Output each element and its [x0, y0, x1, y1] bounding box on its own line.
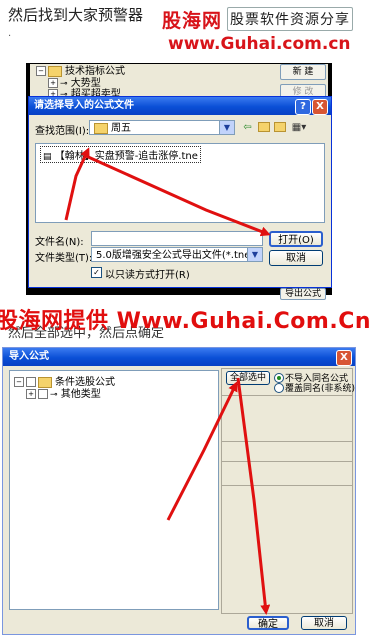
divider: [222, 485, 352, 486]
cancel-button[interactable]: 取消: [269, 250, 323, 266]
options-pane: 全部选中 不导入同名公式 覆盖同名(非系统): [221, 368, 356, 614]
radio-overwrite-label: 覆盖同名(非系统): [285, 384, 356, 394]
readonly-label: 以只读方式打开(R): [105, 270, 190, 281]
open-file-dialog: 请选择导入的公式文件 ? X 查找范围(I): 周五 ▼ ⇦ ▦▾ ▤ 【翰林】…: [28, 96, 332, 288]
close-icon[interactable]: X: [336, 350, 352, 366]
collapse-icon: −: [36, 66, 46, 76]
chevron-down-icon: ▼: [219, 121, 234, 134]
import-dialog-title: 导入公式: [9, 351, 49, 362]
divider: [222, 441, 352, 442]
filetype-select[interactable]: 5.0版增强安全公式导出文件(*.tne) ▼: [91, 247, 263, 262]
filename-input[interactable]: [91, 231, 263, 246]
chevron-down-icon: ▼: [247, 248, 262, 261]
bullet-dot: .: [8, 28, 12, 39]
watermark-text: 股海网提供 Www.Guhai.Com.Cn: [0, 309, 371, 334]
folder-icon: [94, 122, 108, 134]
lookin-label: 查找范围(I):: [35, 126, 90, 137]
open-dialog-title: 请选择导入的公式文件: [34, 100, 134, 111]
intro-text: 然后找到大家预警器: [8, 6, 144, 24]
logo-url: www.Guhai.com.cn: [168, 34, 351, 54]
divider: [222, 395, 352, 396]
radio-overwrite[interactable]: [274, 383, 284, 393]
back-icon[interactable]: ⇦: [241, 122, 254, 134]
formula-tree[interactable]: − 条件选股公式 + ⊸ 其他类型: [9, 370, 219, 610]
file-icon: ▤: [43, 152, 52, 162]
new-button[interactable]: 新 建: [280, 64, 326, 80]
ok-button[interactable]: 确定: [247, 616, 289, 630]
filetype-label: 文件类型(T):: [35, 253, 93, 264]
file-list[interactable]: ▤ 【翰林】实盘预警-追击涨停.tne: [35, 143, 325, 223]
help-icon[interactable]: ?: [295, 99, 311, 115]
collapse-icon: −: [14, 377, 24, 387]
tree-item-other-types[interactable]: + ⊸ 其他类型: [26, 385, 101, 400]
export-formula-button[interactable]: 导出公式: [280, 288, 326, 300]
tree-checkbox[interactable]: [38, 389, 48, 399]
divider: [222, 461, 352, 462]
close-icon[interactable]: X: [312, 99, 328, 115]
logo-tagline: 股票软件资源分享: [227, 7, 353, 31]
radio-skip-duplicate[interactable]: [274, 373, 284, 383]
logo-cn-name: 股海网: [162, 10, 223, 32]
new-folder-icon[interactable]: [273, 122, 286, 134]
file-item-tne[interactable]: ▤ 【翰林】实盘预警-追击涨停.tne: [40, 146, 201, 163]
formula-icon: ⊸: [50, 390, 58, 400]
filename-label: 文件名(N):: [35, 237, 84, 248]
cancel-button[interactable]: 取消: [301, 616, 347, 630]
select-all-button[interactable]: 全部选中: [226, 371, 270, 385]
up-folder-icon[interactable]: [257, 122, 270, 134]
lookin-select[interactable]: 周五 ▼: [89, 120, 235, 135]
open-button[interactable]: 打开(O): [269, 231, 323, 247]
import-formula-dialog: 导入公式 X − 条件选股公式 + ⊸ 其他类型 全部选中 不导入同名公式 覆盖同名…: [2, 347, 356, 635]
import-dialog-titlebar: 导入公式 X: [3, 348, 355, 366]
open-dialog-titlebar: 请选择导入的公式文件 ? X: [29, 97, 331, 115]
expand-icon: +: [26, 389, 36, 399]
readonly-checkbox[interactable]: ✓: [91, 267, 102, 278]
view-menu-icon[interactable]: ▦▾: [291, 122, 307, 134]
